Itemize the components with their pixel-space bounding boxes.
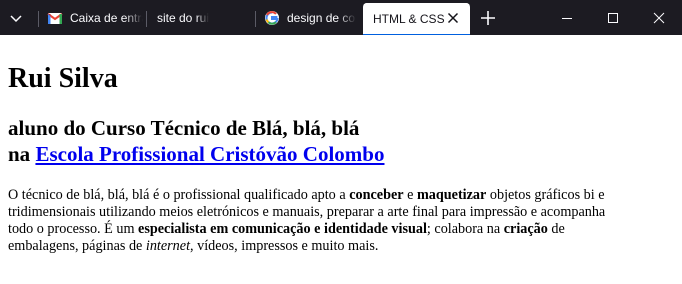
- tabs-list-button[interactable]: [8, 10, 24, 26]
- subtitle-prefix: na: [8, 142, 31, 166]
- page-subtitle: aluno do Curso Técnico de Blá, blá, blá …: [8, 115, 682, 167]
- new-tab-button[interactable]: [478, 8, 498, 28]
- close-tab-icon[interactable]: [444, 9, 462, 27]
- minimize-icon: [562, 17, 572, 19]
- subtitle-line-1: aluno do Curso Técnico de Blá, blá, blá: [8, 116, 360, 140]
- tab-label: HTML & CSS: [373, 12, 445, 26]
- tab-separator: [146, 11, 147, 27]
- text-run: de: [547, 221, 565, 237]
- tab-gmail[interactable]: Caixa de entrada: [47, 3, 143, 33]
- plus-icon: [481, 11, 495, 25]
- browser-titlebar: Caixa de entrada site do rui design de c…: [0, 0, 682, 35]
- chevron-down-icon: [10, 15, 22, 23]
- maximize-button[interactable]: [590, 0, 636, 35]
- tab-html-css[interactable]: HTML & CSS: [363, 3, 470, 35]
- text-run: ; colabora na: [426, 221, 504, 237]
- page-title: Rui Silva: [8, 63, 118, 94]
- page-content: Rui Silva aluno do Curso Técnico de Blá,…: [0, 63, 682, 255]
- text-run: , vídeos, impressos e muito mais.: [190, 238, 379, 254]
- gmail-icon: [47, 13, 63, 24]
- bold-text: conceber: [349, 187, 404, 203]
- description-paragraph: O técnico de blá, blá, blá é o profissio…: [8, 187, 682, 255]
- text-run: tridimensionais utilizando meios eletrón…: [8, 204, 606, 220]
- tab-design-de-comunicacao[interactable]: design de comunicação: [264, 3, 356, 33]
- text-run: O técnico de blá, blá, blá é o profissio…: [8, 187, 350, 203]
- tab-site-do-rui[interactable]: site do rui: [157, 3, 249, 33]
- tab-label: design de comunicação: [287, 11, 356, 25]
- school-link[interactable]: Escola Profissional Cristóvão Colombo: [35, 142, 384, 166]
- tab-separator: [38, 11, 39, 27]
- bold-text: maquetizar: [416, 187, 487, 203]
- text-run: objetos gráficos bi e: [486, 187, 605, 203]
- bold-text: criação: [503, 221, 548, 237]
- bold-text: especialista em comunicação e identidade…: [138, 221, 427, 237]
- tab-label: site do rui: [157, 11, 210, 25]
- italic-text: internet: [145, 238, 191, 254]
- maximize-icon: [608, 12, 618, 23]
- close-icon: [653, 12, 665, 23]
- text-run: todo o processo. É um: [8, 221, 139, 237]
- tab-separator: [255, 11, 256, 27]
- tab-label: Caixa de entrada: [70, 11, 143, 25]
- text-run: embalagens, páginas de: [8, 238, 146, 254]
- close-window-button[interactable]: [636, 0, 682, 35]
- text-run: e: [403, 187, 417, 203]
- minimize-button[interactable]: [544, 0, 590, 35]
- google-icon: [265, 11, 279, 25]
